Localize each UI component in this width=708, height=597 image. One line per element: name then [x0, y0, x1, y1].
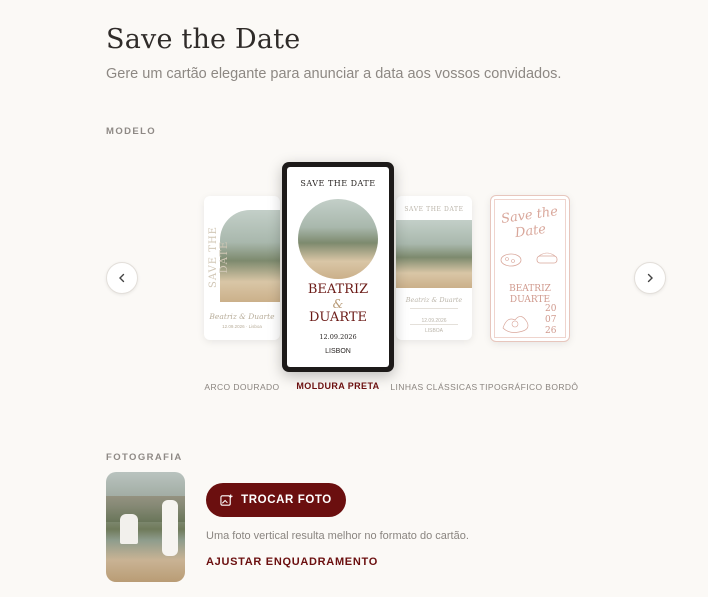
template-card-linhas-classicas[interactable]: SAVE THE DATE Beatriz & Duarte 12.09.202…	[396, 196, 472, 340]
chevron-right-icon	[647, 273, 653, 283]
card-date-day: 20	[545, 304, 557, 314]
card-names: Beatriz & Duarte	[209, 312, 275, 321]
change-photo-button[interactable]: TROCAR FOTO	[206, 483, 346, 517]
card-date: 12.09.2026	[319, 333, 357, 341]
card-ampersand: &	[332, 297, 344, 311]
card-name1: BEATRIZ	[509, 284, 551, 294]
card-line2: LISBOA	[424, 328, 444, 334]
template-card-moldura-preta[interactable]: SAVE THE DATE BEATRIZ & DUARTE 12.09.202…	[282, 162, 394, 372]
card-name2: DUARTE	[308, 310, 368, 325]
decorative-illustration-icon	[500, 252, 558, 267]
carousel-next-button[interactable]	[634, 262, 666, 294]
photo-hint: Uma foto vertical resulta melhor no form…	[206, 530, 469, 542]
template-caption-moldura-preta[interactable]: MOLDURA PRETA	[283, 381, 393, 391]
model-section-label: MODELO	[106, 126, 157, 137]
template-caption-arco-dourado[interactable]: ARCO DOURADO	[187, 382, 297, 392]
change-photo-label: TROCAR FOTO	[241, 494, 332, 506]
card-date-month: 07	[545, 315, 557, 325]
chevron-left-icon	[119, 273, 125, 283]
template-caption-tipografico-bordo[interactable]: TIPOGRÁFICO BORDÔ	[474, 382, 584, 392]
page-subtitle: Gere um cartão elegante para anunciar a …	[106, 66, 562, 82]
card-name1: BEATRIZ	[307, 282, 369, 297]
card-place: LISBON	[325, 348, 351, 355]
template-caption-linhas-classicas[interactable]: LINHAS CLÁSSICAS	[379, 382, 489, 392]
card-divider	[410, 324, 458, 325]
card-footer: 12.09.2026 · Lisboa	[222, 324, 262, 329]
image-plus-icon	[220, 493, 233, 506]
template-card-arco-dourado[interactable]: SAVE THE DATE Beatriz & Duarte 12.09.202…	[204, 196, 280, 340]
card-name2: DUARTE	[509, 295, 551, 305]
photo-section-label: FOTOGRAFIA	[106, 452, 183, 463]
card-photo	[396, 220, 472, 288]
card-inner: SAVE THE DATE BEATRIZ & DUARTE 12.09.202…	[287, 167, 389, 367]
photo-figure-standing	[162, 500, 178, 556]
card-photo	[298, 199, 378, 279]
template-card-tipografico-bordo[interactable]: Save the Date BEATRIZ DUARTE 20 07 26	[490, 195, 570, 342]
photo-figure-kneeling	[120, 514, 138, 544]
adjust-framing-link[interactable]: AJUSTAR ENQUADRAMENTO	[206, 556, 378, 568]
card-vertical-text: SAVE THE DATE	[208, 226, 230, 288]
card-heading: SAVE THE DATE	[404, 206, 464, 213]
card-divider	[410, 308, 458, 309]
card-names: Beatriz & Duarte	[405, 296, 463, 304]
photo-thumbnail	[106, 472, 185, 582]
floral-illustration-icon	[502, 316, 529, 333]
carousel-prev-button[interactable]	[106, 262, 138, 294]
page-title: Save the Date	[106, 24, 301, 55]
card-heading: SAVE THE DATE	[300, 179, 376, 188]
card-date-year: 26	[545, 326, 557, 336]
